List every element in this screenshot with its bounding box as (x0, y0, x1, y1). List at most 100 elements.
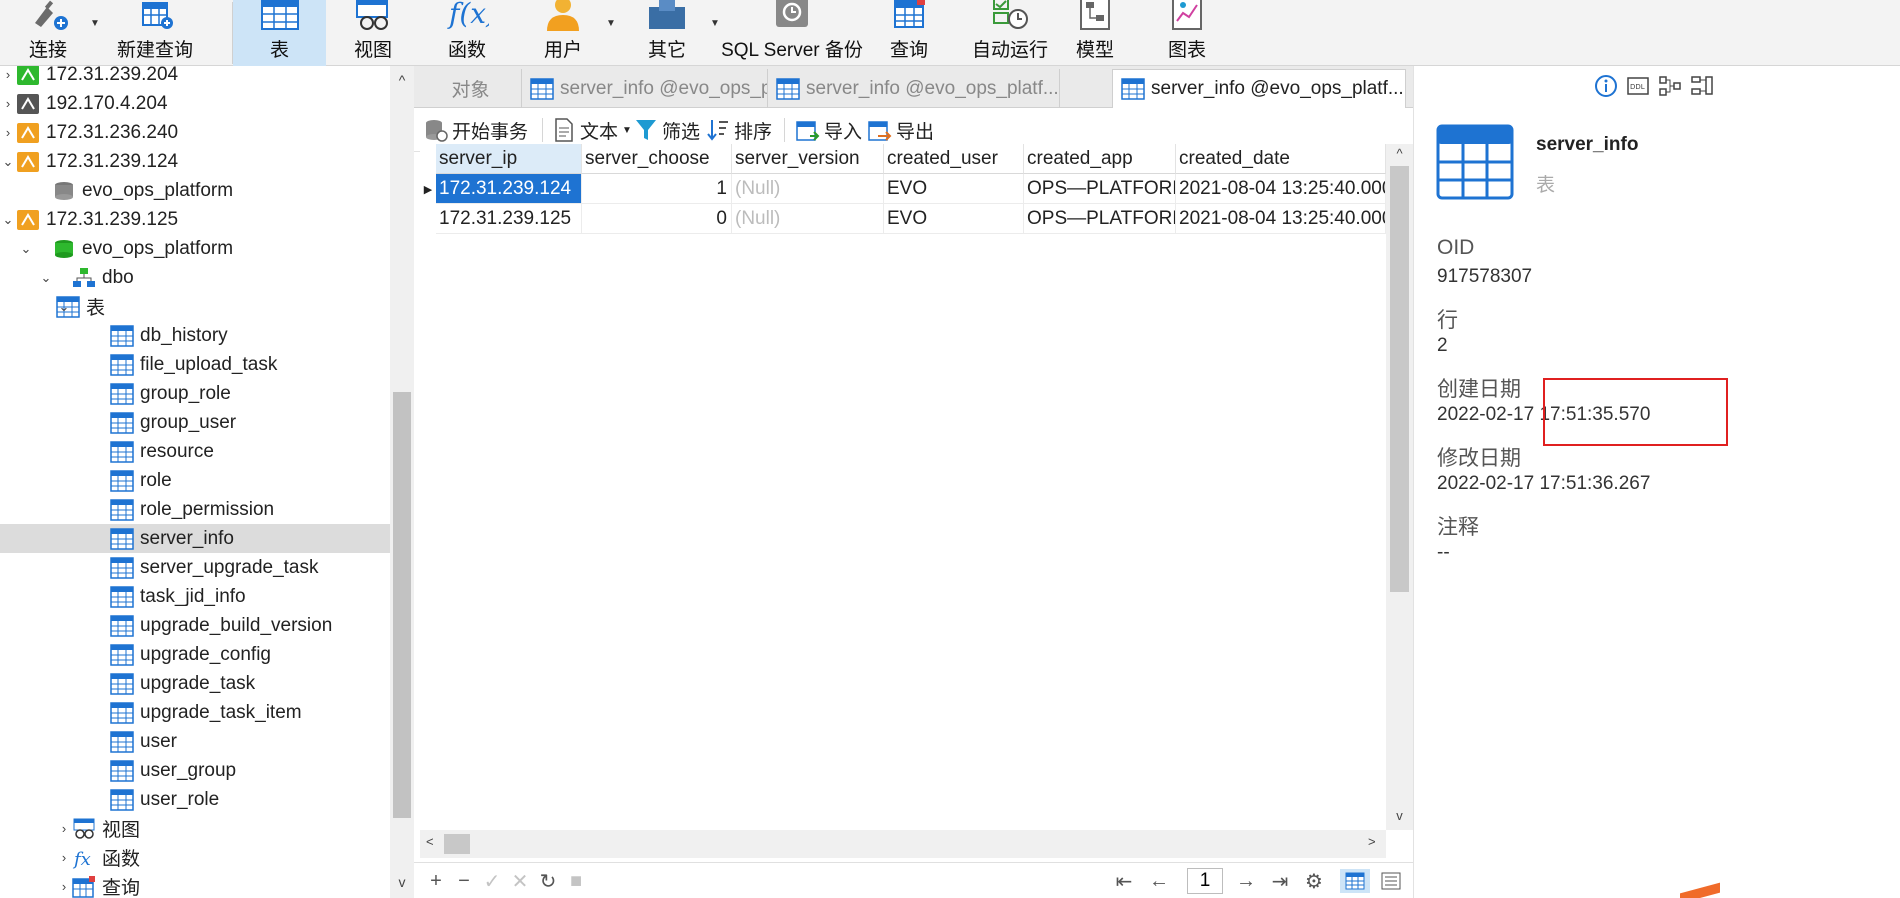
begin-transaction-button[interactable]: 开始事务 (424, 116, 528, 144)
grid-cell[interactable]: OPS—PLATFORM (1024, 174, 1176, 204)
functions-button[interactable]: f(x) 函数 (432, 0, 502, 66)
column-header[interactable]: server_version (732, 144, 884, 174)
tree-item[interactable]: ⌄ 172.31.239.124 (0, 147, 390, 176)
connect-button[interactable]: 连接 (18, 0, 78, 66)
tree-item[interactable]: ⌄ 172.31.239.125 (0, 205, 390, 234)
discard-changes-icon[interactable]: ✕ (508, 869, 532, 893)
settings-gear-icon[interactable]: ⚙ (1302, 869, 1326, 893)
collapse-arrow-icon[interactable]: ⌄ (38, 270, 54, 286)
tab-server-info-1[interactable]: server_info @evo_ops_platf... (522, 69, 768, 108)
ddl-icon[interactable]: DDL (1626, 74, 1650, 98)
tree-item[interactable]: resource (0, 437, 390, 466)
grid-cell[interactable]: EVO (884, 174, 1024, 204)
scroll-up-icon[interactable]: ^ (1386, 146, 1413, 161)
tree-item[interactable]: user_role (0, 785, 390, 814)
other-dropdown-icon[interactable]: ▼ (710, 18, 720, 29)
scroll-left-icon[interactable]: < (426, 834, 434, 849)
column-header[interactable]: server_choose (582, 144, 732, 174)
tree-item[interactable]: group_user (0, 408, 390, 437)
grid-hscroll-thumb[interactable] (444, 834, 470, 854)
expand-arrow-icon[interactable]: › (56, 821, 72, 836)
tree-item[interactable]: › 视图 (0, 814, 390, 843)
expand-arrow-icon[interactable]: › (0, 67, 16, 82)
tree-item[interactable]: role (0, 466, 390, 495)
new-query-button[interactable]: 新建查询 (105, 0, 205, 66)
tree-item[interactable]: ⌄ evo_ops_platform (0, 234, 390, 263)
grid-horizontal-scrollbar[interactable]: < > (420, 830, 1386, 858)
scroll-up-icon[interactable]: ^ (390, 72, 414, 88)
delete-record-icon[interactable]: − (452, 869, 476, 893)
model-button[interactable]: 模型 (1060, 0, 1130, 66)
grid-view-icon[interactable] (1340, 869, 1370, 893)
text-dropdown-icon[interactable]: ▼ (622, 125, 632, 136)
tree-item[interactable]: group_role (0, 379, 390, 408)
form-view-icon[interactable] (1376, 869, 1406, 893)
column-header[interactable]: created_app (1024, 144, 1176, 174)
grid-cell[interactable]: 1 (582, 174, 732, 204)
expand-arrow-icon[interactable]: › (56, 879, 72, 894)
tree-item[interactable]: server_info (0, 524, 390, 553)
page-number-input[interactable] (1187, 868, 1223, 894)
tree-item[interactable]: file_upload_task (0, 350, 390, 379)
grid-cell[interactable]: EVO (884, 204, 1024, 234)
add-record-icon[interactable]: + (424, 869, 448, 893)
tree-item[interactable]: › 查询 (0, 872, 390, 898)
collapse-arrow-icon[interactable]: ⌄ (0, 154, 16, 170)
collapse-arrow-icon[interactable]: ⌄ (0, 212, 16, 228)
auto-run-button[interactable]: 自动运行 (960, 0, 1060, 66)
grid-cell[interactable]: 2021-08-04 13:25:40.000 (1176, 204, 1386, 234)
info-icon[interactable] (1594, 74, 1618, 98)
tree-item[interactable]: › 172.31.239.204 (0, 66, 390, 89)
views-button[interactable]: 视图 (338, 0, 408, 66)
tree-item[interactable]: role_permission (0, 495, 390, 524)
stop-icon[interactable]: ■ (564, 869, 588, 893)
tables-button[interactable]: 表 (233, 0, 326, 66)
tree-item[interactable]: db_history (0, 321, 390, 350)
apply-changes-icon[interactable]: ✓ (480, 869, 504, 893)
tree-item[interactable]: server_upgrade_task (0, 553, 390, 582)
sort-button[interactable]: 排序 (706, 116, 772, 144)
tab-server-info-3[interactable]: server_info @evo_ops_platf... (1112, 69, 1406, 108)
grid-vscroll-thumb[interactable] (1390, 166, 1409, 592)
other-button[interactable]: 其它 (632, 0, 702, 66)
expand-arrow-icon[interactable]: › (0, 125, 16, 140)
tree-scrollbar[interactable]: ^ v (390, 66, 414, 898)
grid-vertical-scrollbar[interactable]: ^ v (1386, 144, 1413, 830)
collapse-arrow-icon[interactable]: ⌄ (18, 241, 34, 257)
collapse-arrow-icon[interactable]: ⌄ (56, 299, 72, 315)
tree-item[interactable]: upgrade_config (0, 640, 390, 669)
grid-cell[interactable]: 172.31.239.125 (436, 204, 582, 234)
tree-item[interactable]: user_group (0, 756, 390, 785)
import-button[interactable]: 导入 (796, 116, 862, 144)
query-button[interactable]: 查询 (874, 0, 944, 66)
tree-item[interactable]: ⌄ 表 (0, 292, 390, 321)
tree-item[interactable]: upgrade_build_version (0, 611, 390, 640)
tree-item[interactable]: upgrade_task_item (0, 698, 390, 727)
filter-button[interactable]: 筛选 (634, 116, 700, 144)
previous-page-icon[interactable]: ← (1147, 869, 1171, 893)
column-header[interactable]: created_date (1176, 144, 1386, 174)
grid-cell[interactable]: OPS—PLATFORM (1024, 204, 1176, 234)
scroll-right-icon[interactable]: > (1368, 834, 1376, 849)
text-view-button[interactable]: 文本 ▼ (552, 116, 632, 144)
expand-arrow-icon[interactable]: › (0, 96, 16, 111)
tab-server-info-2[interactable]: server_info @evo_ops_platf... (768, 69, 1060, 108)
next-page-icon[interactable]: → (1234, 869, 1258, 893)
tree-item[interactable]: upgrade_task (0, 669, 390, 698)
grid-cell[interactable]: (Null) (732, 204, 884, 234)
tree-item[interactable]: task_jid_info (0, 582, 390, 611)
grid-cell[interactable]: 172.31.239.124 (436, 174, 582, 204)
grid-cell[interactable]: 2021-08-04 13:25:40.000 (1176, 174, 1386, 204)
grid-cell[interactable]: (Null) (732, 174, 884, 204)
tree-item[interactable]: › 192.170.4.204 (0, 89, 390, 118)
sql-server-backup-button[interactable]: SQL Server 备份 (721, 0, 863, 66)
scroll-down-icon[interactable]: v (1386, 808, 1413, 823)
tree-item[interactable]: › 172.31.236.240 (0, 118, 390, 147)
expand-arrow-icon[interactable]: › (56, 850, 72, 865)
charts-button[interactable]: 图表 (1152, 0, 1222, 66)
connect-dropdown-icon[interactable]: ▼ (90, 18, 100, 29)
column-header[interactable]: server_ip (436, 144, 582, 174)
tree-item[interactable]: evo_ops_platform (0, 176, 390, 205)
tree-item[interactable]: › fx 函数 (0, 843, 390, 872)
tree-item[interactable]: user (0, 727, 390, 756)
